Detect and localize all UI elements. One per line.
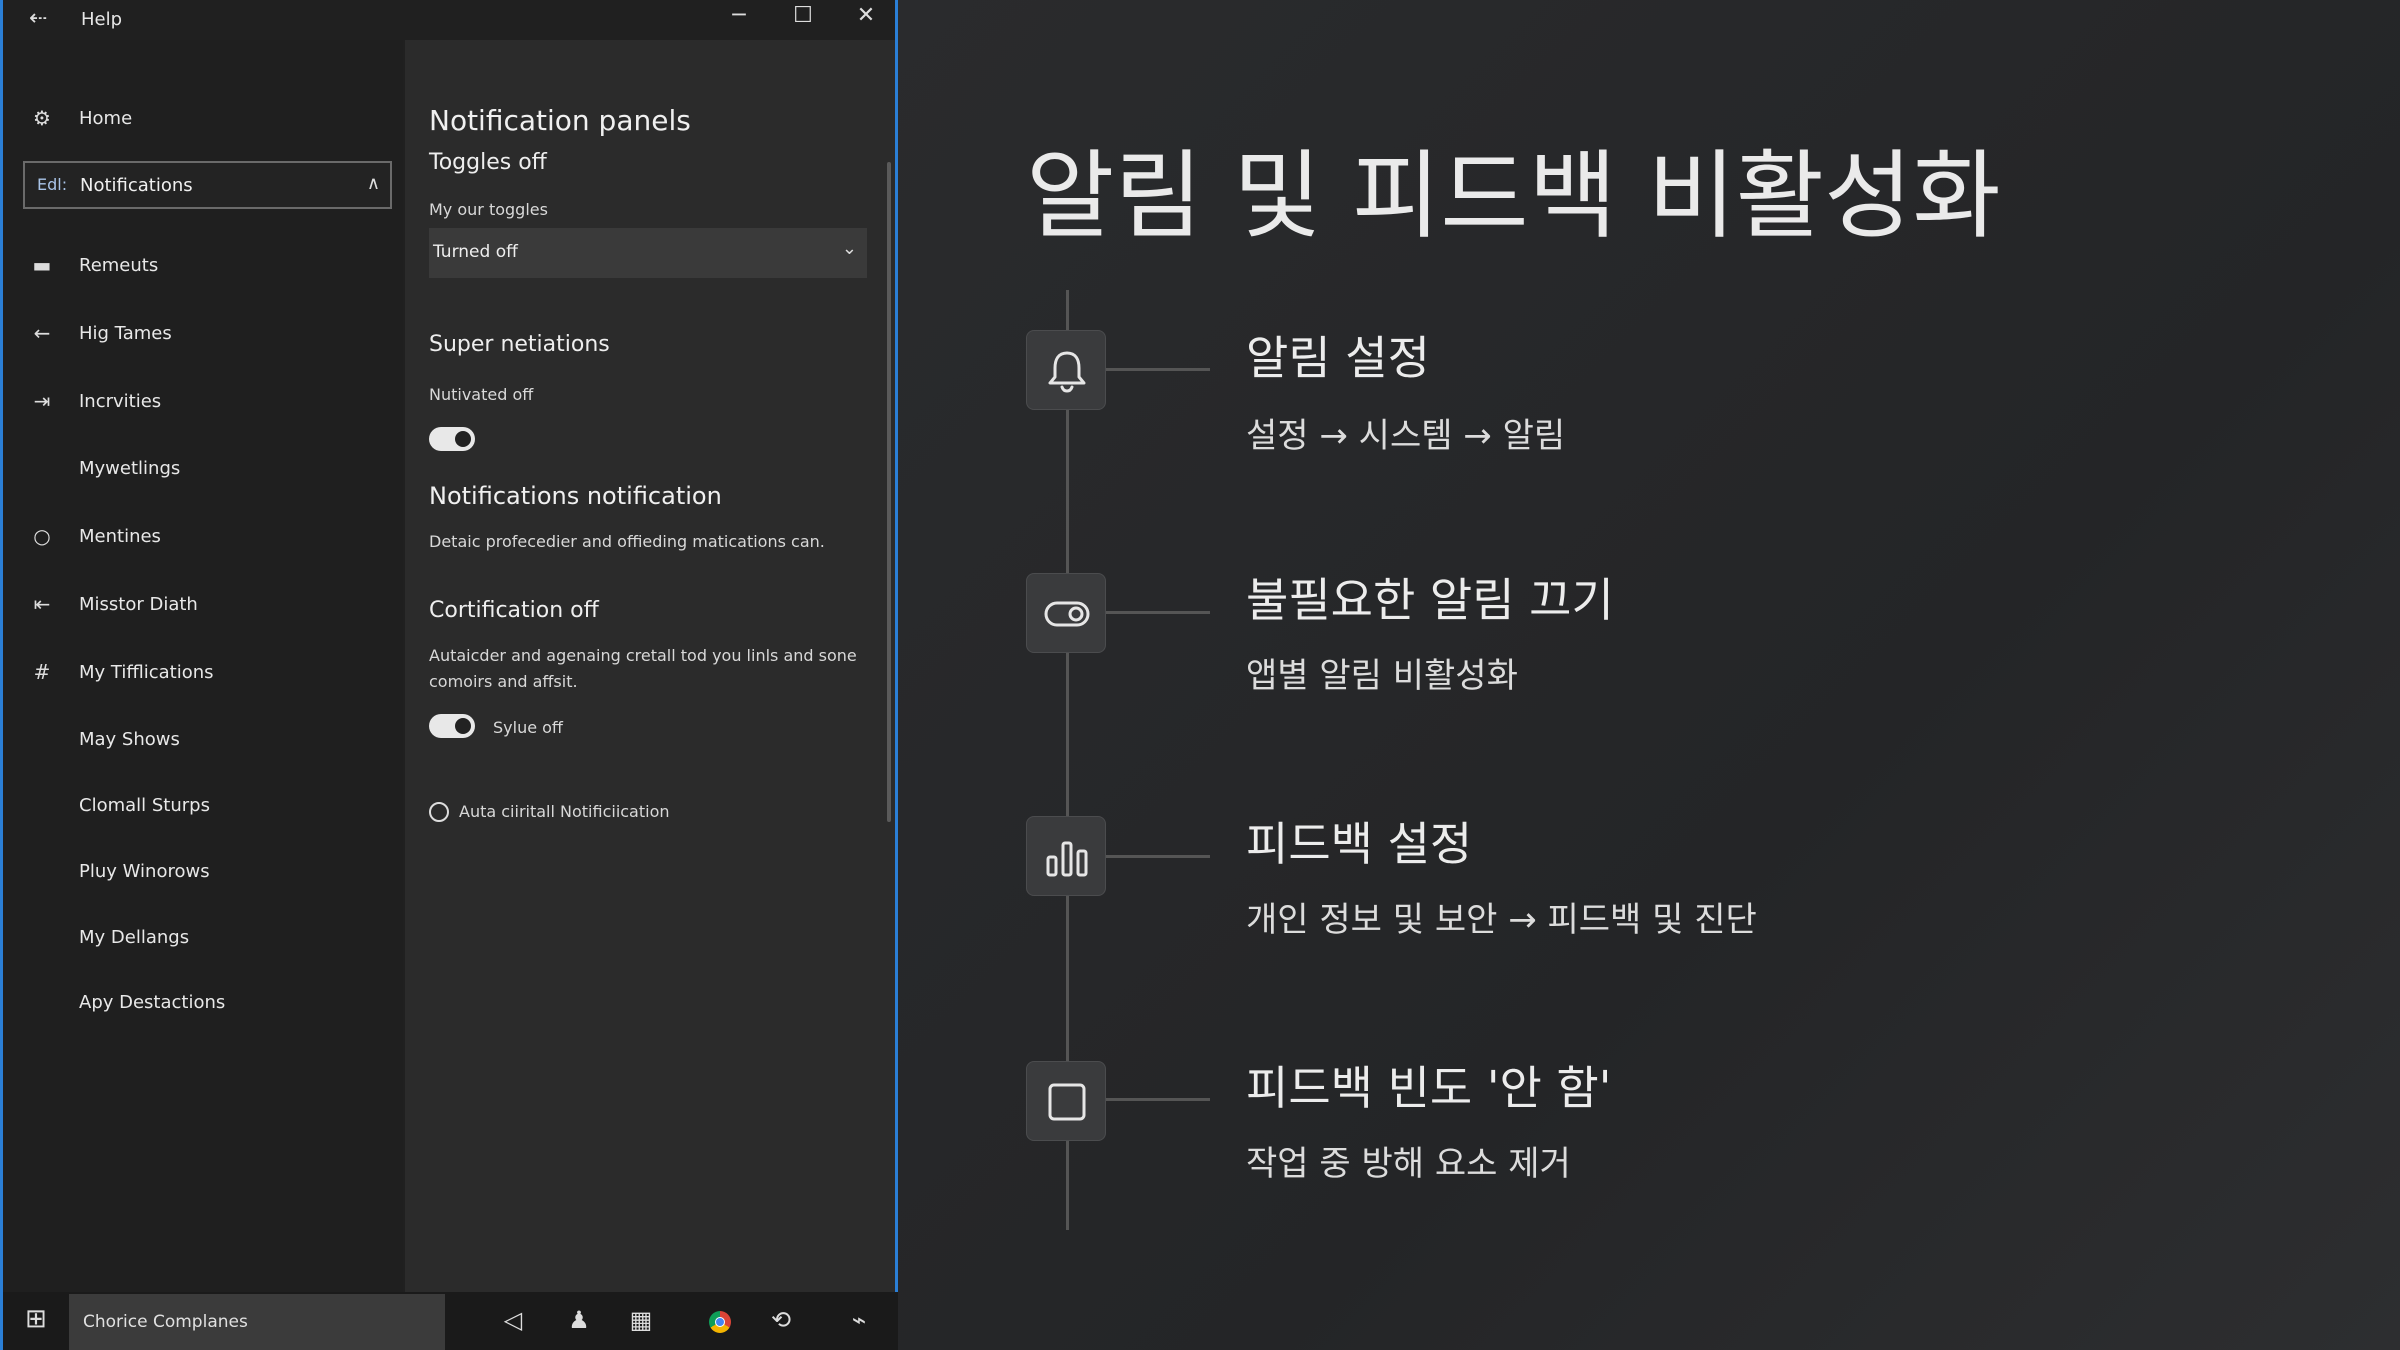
toggle-label: Nutivated off [429, 385, 534, 404]
bell-icon [1026, 330, 1106, 410]
square-icon [1026, 1061, 1106, 1141]
sidebar-item-label: Home [79, 108, 133, 129]
sidebar-item-label: Misstor Diath [79, 594, 198, 615]
sidebar-item-mentines[interactable]: ○ Mentines [3, 513, 403, 563]
sidebar-item-may-shows[interactable]: May Shows [3, 716, 403, 766]
step-title: 불필요한 알림 끄기 [1246, 573, 1614, 627]
back-arrow-icon[interactable]: ⇠ [29, 6, 47, 31]
step-subtitle: 앱별 알림 비활성화 [1246, 656, 1518, 696]
step-title: 알림 설정 [1246, 331, 1430, 385]
chevron-down-icon: ⌄ [841, 238, 857, 259]
sidebar-item-label: Pluy Winorows [79, 861, 210, 882]
sidebar-item-label: Clomall Sturps [79, 795, 210, 816]
user-icon[interactable]: ♟ [559, 1306, 599, 1334]
nutivated-toggle[interactable] [429, 427, 475, 451]
minimize-button[interactable]: ─ [719, 3, 759, 28]
calendar-icon[interactable]: ▦ [621, 1306, 661, 1334]
toggles-dropdown[interactable]: Turned off ⌄ [429, 228, 867, 278]
sidebar-item-notifications[interactable]: Edl: Notifications ∧ [23, 161, 392, 209]
select-label: My our toggles [429, 200, 548, 219]
radio-label: Auta ciiritall Notificiication [459, 802, 670, 821]
close-button[interactable]: ✕ [846, 3, 886, 28]
chevron-up-icon[interactable]: ∧ [367, 173, 380, 194]
sidebar-item-label: May Shows [79, 729, 180, 750]
toggle-label: Sylue off [493, 718, 563, 737]
hash-icon: # [33, 660, 51, 684]
page-title: Notification panels [429, 104, 691, 137]
section-title: Cortification off [429, 598, 599, 623]
share-icon: ⇥ [33, 389, 51, 413]
sidebar-item-label: Apy Destactions [79, 992, 226, 1013]
timeline-connector [1106, 1098, 1210, 1101]
step-subtitle: 개인 정보 및 보안 → 피드백 및 진단 [1246, 900, 1757, 940]
sidebar-item-label: Remeuts [79, 255, 159, 276]
taskbar-search[interactable]: Chorice Complanes [69, 1294, 445, 1350]
sidebar-item-prefix: Edl: [37, 175, 68, 194]
sidebar: ⚙ Home Edl: Notifications ∧ ▬ Remeuts ← … [3, 40, 403, 1292]
settings-content: Notification panels Toggles off My our t… [405, 40, 895, 1292]
maximize-button[interactable]: ☐ [783, 3, 823, 28]
dropdown-value: Turned off [433, 242, 518, 262]
timeline-connector [1106, 368, 1210, 371]
sidebar-item-hig-tames[interactable]: ← Hig Tames [3, 310, 403, 360]
sidebar-item-home[interactable]: ⚙ Home [3, 95, 403, 145]
sidebar-item-misstor-diath[interactable]: ⇤ Misstor Diath [3, 581, 403, 631]
sidebar-item-apy-destactions[interactable]: Apy Destactions [3, 979, 403, 1029]
section-description: Detaic profecedier and offieding maticat… [429, 532, 825, 551]
sidebar-item-label: My Tifflications [79, 662, 214, 683]
bar-chart-icon [1026, 816, 1106, 896]
step-subtitle: 작업 중 방해 요소 제거 [1246, 1144, 1571, 1184]
guide-slide: 알림 및 피드백 비활성화 알림 설정 설정 → 시스템 → 알림 불필요한 알… [898, 0, 2400, 1350]
taskbar-search-text: Chorice Complanes [83, 1312, 248, 1332]
folder-icon: ▬ [32, 253, 52, 277]
toggle-icon [1026, 573, 1106, 653]
title-bar: ⇠ Help ─ ☐ ✕ [3, 0, 895, 38]
sidebar-item-label: My Dellangs [79, 927, 190, 948]
slide-title: 알림 및 피드백 비활성화 [1026, 140, 2001, 252]
sidebar-item-label: Incrvities [79, 391, 162, 412]
step-title: 피드백 빈도 '안 함' [1246, 1061, 1612, 1115]
section-description: Autaicder and agenaing cretall tod you l… [429, 646, 857, 665]
sidebar-item-label: Hig Tames [79, 323, 172, 344]
refresh-icon[interactable]: ⟲ [761, 1306, 801, 1334]
sidebar-item-remeuts[interactable]: ▬ Remeuts [3, 242, 403, 292]
step-subtitle: 설정 → 시스템 → 알림 [1246, 416, 1566, 456]
sidebar-item-my-dellangs[interactable]: My Dellangs [3, 914, 403, 964]
sylue-toggle[interactable] [429, 714, 475, 738]
gear-icon: ⚙ [33, 106, 51, 130]
network-icon[interactable]: ⌁ [839, 1306, 879, 1334]
window-title: Help [81, 9, 123, 30]
sidebar-item-clomall-sturps[interactable]: Clomall Sturps [3, 782, 403, 832]
timeline-connector [1106, 611, 1210, 614]
arrow-icon: ⇤ [33, 592, 51, 616]
section-title: Super netiations [429, 332, 610, 357]
chrome-icon[interactable] [709, 1311, 731, 1333]
sidebar-item-incrvities[interactable]: ⇥ Incrvities [3, 378, 403, 428]
back-triangle-icon[interactable]: ◁ [493, 1306, 533, 1334]
page-subtitle: Toggles off [429, 150, 547, 175]
circle-icon: ○ [33, 524, 51, 548]
sidebar-item-label: Notifications [80, 175, 193, 196]
section-title: Notifications notification [429, 482, 722, 510]
arrow-left-icon: ← [33, 321, 51, 345]
timeline-connector [1106, 855, 1210, 858]
sidebar-item-my-tifflications[interactable]: # My Tifflications [3, 649, 403, 699]
sidebar-item-pluy-winorows[interactable]: Pluy Winorows [3, 848, 403, 898]
sidebar-item-label: Mentines [79, 526, 161, 547]
section-description: comoirs and affsit. [429, 672, 578, 691]
scrollbar[interactable] [887, 162, 891, 822]
auto-notification-radio[interactable] [429, 802, 449, 822]
help-window: ⇠ Help ─ ☐ ✕ ⚙ Home Edl: Notifications ∧… [0, 0, 898, 1350]
sidebar-item-label: Mywetlings [79, 458, 181, 479]
sidebar-item-mywetlings[interactable]: Mywetlings [3, 445, 403, 495]
windows-start-icon[interactable]: ⊞ [25, 1304, 47, 1334]
taskbar: ⊞ Chorice Complanes ◁ ♟ ▦ ⟲ ⌁ [3, 1292, 898, 1350]
step-title: 피드백 설정 [1246, 817, 1473, 871]
